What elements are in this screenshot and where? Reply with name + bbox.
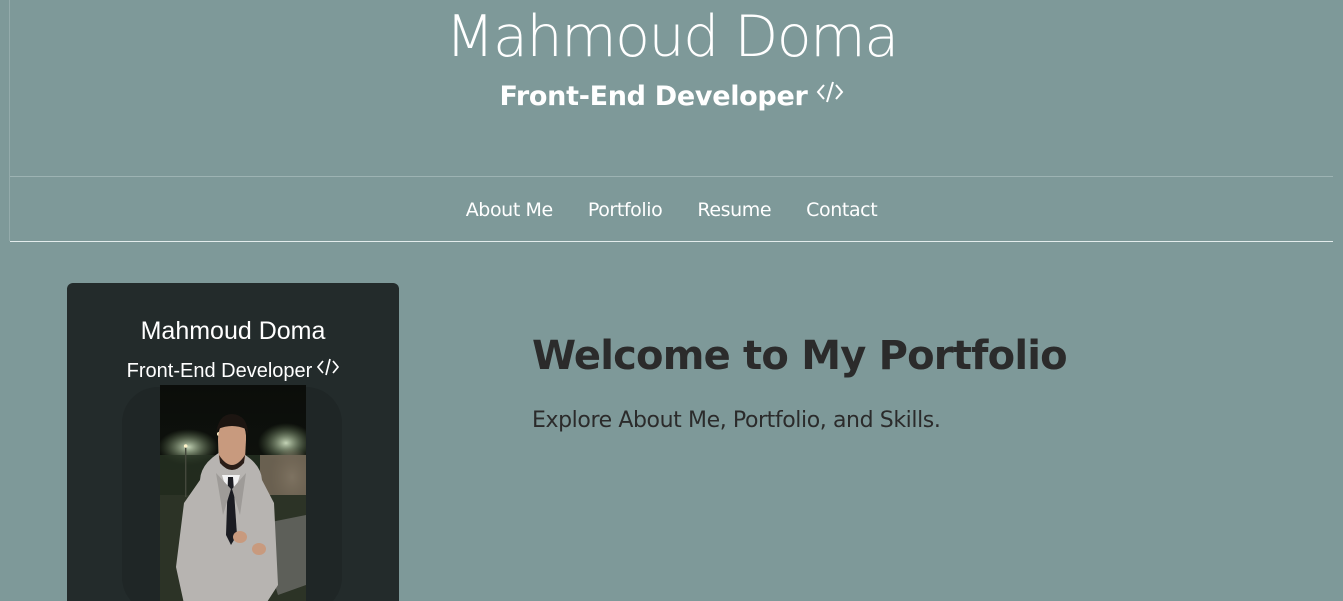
card-role-text: Front-End Developer xyxy=(126,360,313,382)
nav-link-contact[interactable]: Contact xyxy=(806,197,878,221)
site-subtitle-text: Front-End Developer xyxy=(499,81,808,112)
hero-section: Welcome to My Portfolio Explore About Me… xyxy=(532,328,1312,436)
nav-divider xyxy=(10,241,1333,242)
nav-link-resume[interactable]: Resume xyxy=(697,197,771,221)
code-icon xyxy=(317,357,340,377)
main-nav: About Me Portfolio Resume Contact xyxy=(10,177,1333,241)
code-icon xyxy=(816,79,844,105)
site-title: Mahmoud Doma xyxy=(445,4,899,70)
page: Mahmoud Doma Front-End Developer About M… xyxy=(0,0,1343,601)
nav-link-about-me[interactable]: About Me xyxy=(466,197,554,221)
profile-photo xyxy=(160,385,306,601)
hero-title: Welcome to My Portfolio xyxy=(532,333,1068,379)
profile-card: Mahmoud Doma Front-End Developer xyxy=(67,283,399,601)
hero-text: Explore About Me, Portfolio, and Skills. xyxy=(532,408,941,433)
site-subtitle: Front-End Developer xyxy=(10,78,1333,116)
site-header: Mahmoud Doma Front-End Developer xyxy=(10,0,1333,176)
card-role: Front-End Developer xyxy=(67,357,399,383)
nav-link-portfolio[interactable]: Portfolio xyxy=(588,197,663,221)
card-name: Mahmoud Doma xyxy=(140,317,326,345)
